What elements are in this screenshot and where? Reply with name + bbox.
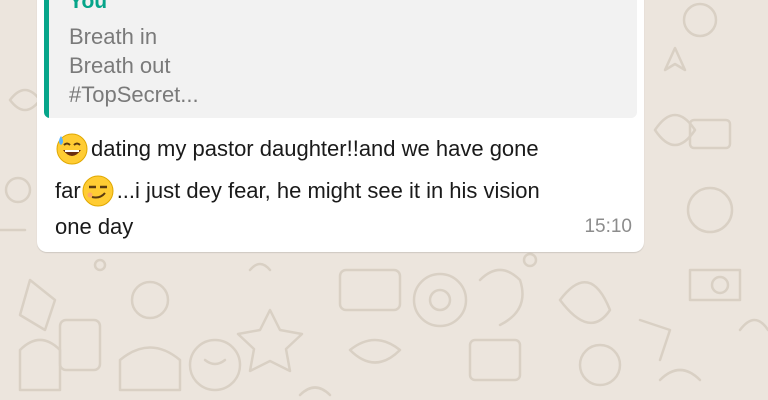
quoted-author: You xyxy=(69,0,108,13)
smirking-face-emoji xyxy=(81,174,115,208)
grinning-sweat-emoji xyxy=(55,132,89,166)
quoted-line: Breath in xyxy=(69,24,158,49)
message-text: dating my pastor daughter!!and we have g… xyxy=(91,136,539,161)
message-text: one day xyxy=(55,214,134,239)
quoted-message[interactable]: You Breath in Breath out #TopSecret... xyxy=(44,0,637,118)
message-text: far xyxy=(55,178,81,203)
message-text: ...i just dey fear, he might see it in h… xyxy=(116,178,540,203)
quoted-line: Breath out xyxy=(69,53,171,78)
quoted-line: #TopSecret... xyxy=(69,82,199,107)
message-bubble[interactable]: You Breath in Breath out #TopSecret... d… xyxy=(37,0,644,252)
message-timestamp: 15:10 xyxy=(584,216,632,237)
quote-accent-bar xyxy=(44,0,49,118)
message-text-line: dating my pastor daughter!!and we have g… xyxy=(55,132,539,166)
message-text-line: far ...i just dey fear, he might see it … xyxy=(55,174,540,208)
message-text-line: one day xyxy=(55,214,133,240)
